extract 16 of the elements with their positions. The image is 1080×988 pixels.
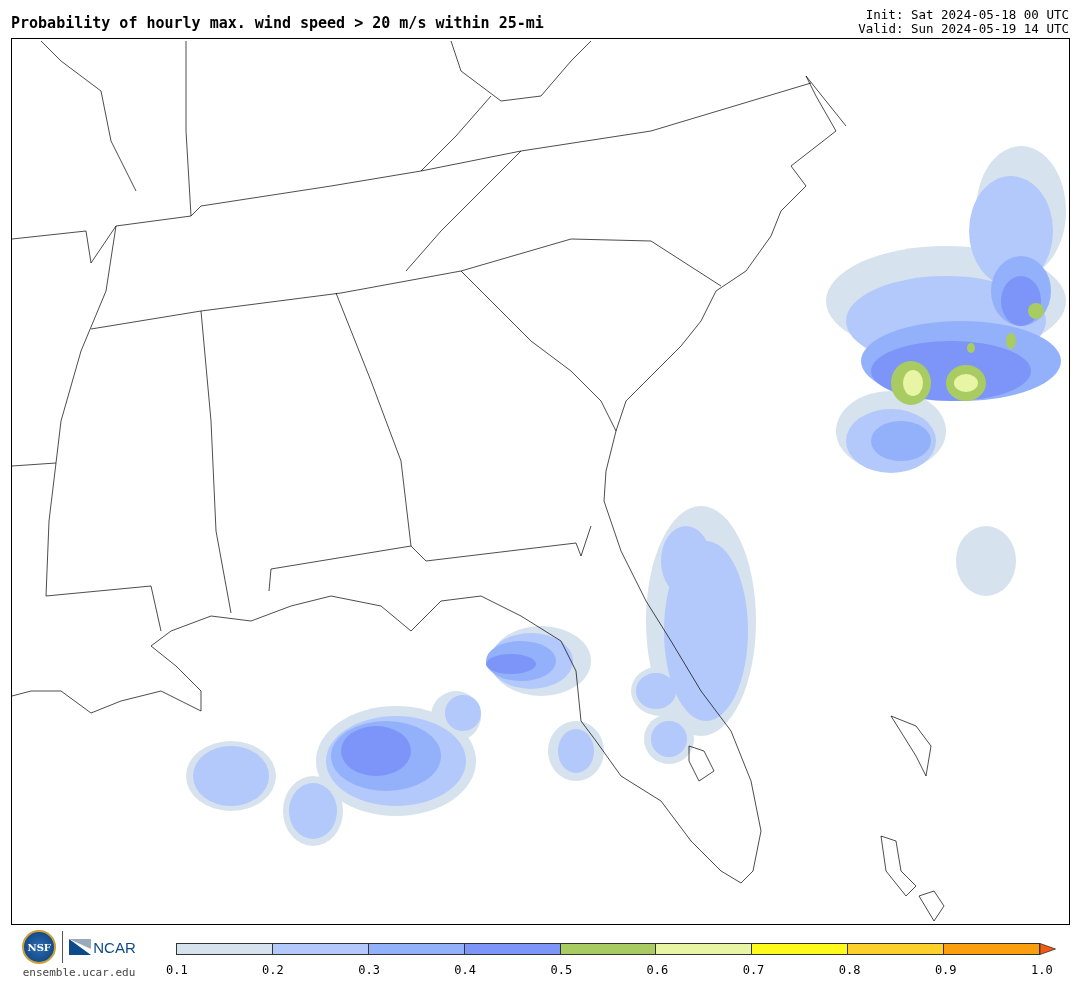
tick-label: 0.8: [838, 963, 859, 977]
tick-label: 0.9: [934, 963, 955, 977]
tick-label: 0.7: [742, 963, 763, 977]
tick-label: 0.4: [454, 963, 475, 977]
tick-label: 0.2: [262, 963, 283, 977]
tick-label: 0.5: [550, 963, 571, 977]
valid-time: Valid: Sun 2024-05-19 14 UTC: [858, 22, 1069, 36]
ncar-logo: NCAR: [69, 938, 136, 956]
plot-title: Probability of hourly max. wind speed > 20 m/s within 25-mi: [11, 14, 544, 34]
tick-label: 0.3: [358, 963, 379, 977]
website-url: ensemble.ucar.edu: [22, 966, 136, 979]
tick-label: 0.6: [646, 963, 667, 977]
nsf-logo: NSF: [22, 930, 57, 964]
init-time: Init: Sat 2024-05-18 00 UTC: [865, 8, 1069, 22]
tick-label: 1.0: [1031, 963, 1051, 977]
tick-label: 0.1: [166, 963, 186, 977]
